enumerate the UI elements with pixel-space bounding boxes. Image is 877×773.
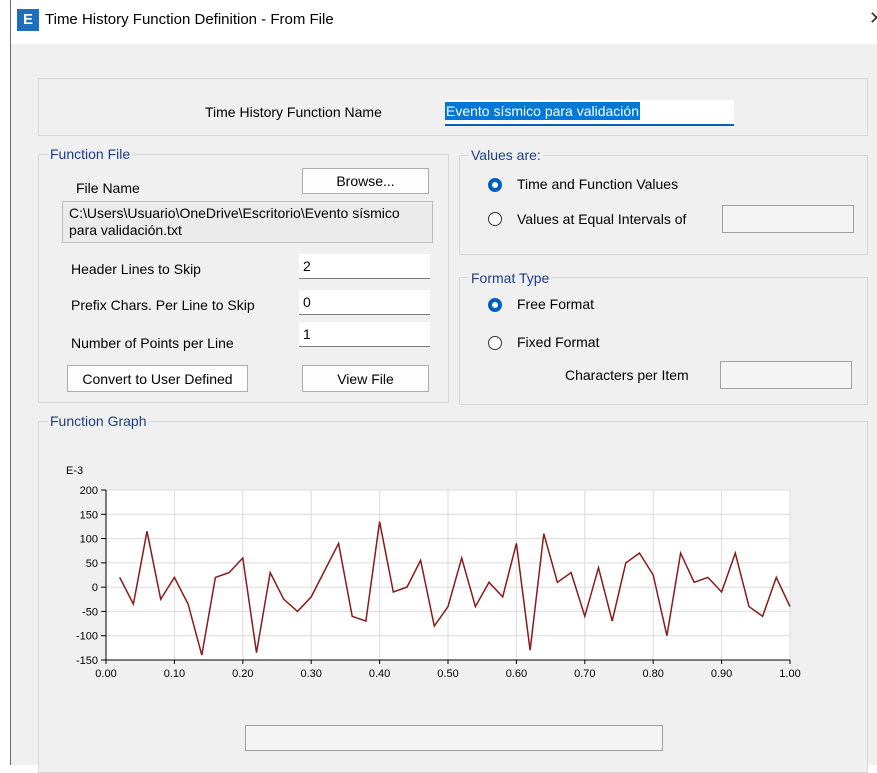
- x-tick-label: 0.20: [232, 668, 253, 680]
- function-graph-group-label: Function Graph: [48, 413, 149, 429]
- x-tick-label: 0.00: [95, 668, 116, 680]
- x-tick-label: 0.70: [574, 668, 595, 680]
- points-per-line-input[interactable]: [299, 322, 430, 347]
- equal-interval-input[interactable]: [722, 205, 854, 233]
- equal-intervals-radio[interactable]: [488, 212, 502, 226]
- convert-to-user-defined-button[interactable]: Convert to User Defined: [67, 365, 248, 392]
- app-icon: E: [17, 9, 39, 31]
- points-per-line-label: Number of Points per Line: [71, 335, 234, 351]
- file-name-label: File Name: [76, 180, 140, 196]
- graph-status-field: [245, 725, 663, 751]
- prefix-chars-input[interactable]: [299, 290, 430, 315]
- y-tick-label: 0: [92, 582, 98, 594]
- y-tick-label: 100: [80, 534, 98, 546]
- y-multiplier-label: E-3: [66, 465, 83, 477]
- y-tick-label: 200: [80, 485, 98, 497]
- y-tick-label: -100: [76, 631, 98, 643]
- time-and-function-values-label[interactable]: Time and Function Values: [517, 176, 678, 192]
- fixed-format-label[interactable]: Fixed Format: [517, 334, 599, 350]
- file-path-display: C:\Users\Usuario\OneDrive\Escritorio\Eve…: [62, 201, 433, 243]
- window-title: Time History Function Definition - From …: [45, 11, 334, 28]
- time-and-function-values-radio[interactable]: [488, 178, 502, 192]
- y-tick-label: -150: [76, 655, 98, 667]
- x-tick-label: 0.80: [642, 668, 663, 680]
- browse-button[interactable]: Browse...: [302, 168, 429, 194]
- function-name-value: Evento sísmico para validación: [445, 102, 640, 120]
- y-tick-label: -50: [82, 606, 98, 618]
- close-icon[interactable]: ✕: [869, 8, 877, 29]
- prefix-chars-label: Prefix Chars. Per Line to Skip: [71, 297, 255, 313]
- function-graph-chart: E-3 0.00 0.10 0.20 0.30 0.40 0.50 0.60 0.70 0.80…: [66, 465, 801, 680]
- dialog-window: E Time History Function Definition - Fro…: [10, 0, 877, 773]
- x-tick-label: 0.40: [369, 668, 390, 680]
- x-tick-label: 0.50: [437, 668, 458, 680]
- header-lines-input[interactable]: [299, 254, 430, 279]
- chars-per-item-label: Characters per Item: [565, 367, 689, 383]
- x-tick-label: 1.00: [779, 668, 800, 680]
- x-tick-label: 0.30: [300, 668, 321, 680]
- function-name-input[interactable]: Evento sísmico para validación: [445, 100, 734, 126]
- function-file-group-label: Function File: [48, 146, 133, 162]
- equal-intervals-label[interactable]: Values at Equal Intervals of: [517, 211, 686, 227]
- x-tick-label: 0.60: [506, 668, 527, 680]
- function-name-label: Time History Function Name: [205, 104, 382, 120]
- y-tick-label: 50: [86, 558, 98, 570]
- chars-per-item-input[interactable]: [720, 361, 852, 389]
- free-format-label[interactable]: Free Format: [517, 296, 594, 312]
- header-lines-label: Header Lines to Skip: [71, 261, 201, 277]
- view-file-button[interactable]: View File: [302, 365, 429, 392]
- x-tick-label: 0.10: [164, 668, 185, 680]
- x-tick-label: 0.90: [711, 668, 732, 680]
- fixed-format-radio[interactable]: [488, 336, 502, 350]
- values-are-group-label: Values are:: [469, 147, 543, 163]
- title-bar: E Time History Function Definition - Fro…: [11, 0, 877, 44]
- y-tick-label: 150: [80, 509, 98, 521]
- free-format-radio[interactable]: [488, 298, 502, 312]
- format-type-group-label: Format Type: [469, 270, 552, 286]
